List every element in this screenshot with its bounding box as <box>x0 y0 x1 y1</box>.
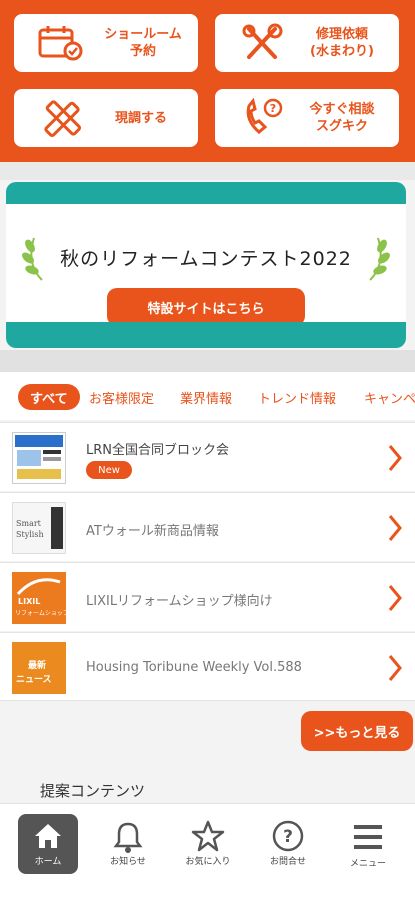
lixil-thumbnail: LIXIL リフォームショップ <box>12 572 69 624</box>
thumb-text: Smart <box>16 519 41 528</box>
chevron-right-icon <box>388 585 402 611</box>
top-action-panel: ショールーム 予約 修理依頼 (水まわり) 現調する ? 今すぐ相談スグキク <box>0 0 415 162</box>
news-title: LRN全国合同ブロック会 <box>86 443 230 458</box>
section-gap <box>0 162 415 180</box>
news-list-item[interactable]: LIXIL リフォームショップ LIXILリフォームショップ様向け <box>0 562 415 631</box>
button-label-line1: ショールーム <box>104 27 182 42</box>
button-label-line1: 今すぐ相談 <box>309 102 375 117</box>
news-thumbnail: 最新 ニュース <box>12 642 66 694</box>
tab-campaign[interactable]: キャンペ <box>364 384 415 410</box>
banner-top-stripe <box>6 182 406 204</box>
thumb-text: Stylish <box>16 530 44 539</box>
pencil-ruler-icon <box>44 100 82 138</box>
menu-icon <box>354 825 382 849</box>
nav-contact[interactable]: ? お問合せ <box>258 814 318 874</box>
tab-customer-only[interactable]: お客様限定 <box>89 384 154 410</box>
nav-home[interactable]: ホーム <box>18 814 78 874</box>
nav-label: お知らせ <box>110 857 146 867</box>
button-label-line1: 修理依頼 <box>315 27 368 42</box>
new-badge: New <box>86 461 132 479</box>
site-survey-button[interactable]: 現調する <box>14 89 198 147</box>
button-label-line1: 現調する <box>114 110 167 126</box>
consult-now-button[interactable]: ? 今すぐ相談スグキク <box>215 89 399 147</box>
news-title: LIXILリフォームショップ様向け <box>86 594 273 609</box>
nav-label: お問合せ <box>269 857 306 867</box>
chevron-right-icon <box>388 515 402 541</box>
divider-band <box>0 350 415 372</box>
svg-text:?: ? <box>283 827 293 847</box>
button-label-line2: スグキク <box>315 119 368 134</box>
news-list-item[interactable]: LRN全国合同ブロック会 New <box>0 422 415 491</box>
question-icon: ? <box>272 820 304 852</box>
thumb-text: リフォームショップ <box>15 610 69 617</box>
showroom-reservation-button[interactable]: ショールーム 予約 <box>14 14 198 72</box>
svg-text:?: ? <box>270 102 276 115</box>
banner-title: 秋のリフォームコンテスト2022 <box>60 248 352 270</box>
calendar-check-icon <box>38 26 83 61</box>
bottom-navigation: ホーム お知らせ お気に入り ? お問合せ メニュー <box>0 803 415 900</box>
phone-question-icon: ? <box>246 98 283 134</box>
button-label-line2: (水まわり) <box>310 44 374 59</box>
nav-favorites[interactable]: お気に入り <box>178 814 238 874</box>
tab-trend-info[interactable]: トレンド情報 <box>258 384 336 410</box>
tab-industry-info[interactable]: 業界情報 <box>180 384 232 410</box>
nav-label: ホーム <box>34 857 62 867</box>
contest-banner[interactable]: 秋のリフォームコンテスト2022 特設サイトはこちら <box>6 182 406 348</box>
thumb-text: LIXIL <box>18 597 41 606</box>
nav-label: メニュー <box>349 859 386 869</box>
banner-bottom-stripe <box>6 322 406 348</box>
tab-all[interactable]: すべて <box>18 384 80 410</box>
special-site-button[interactable]: 特設サイトはこちら <box>107 288 305 326</box>
chevron-right-icon <box>388 655 402 681</box>
bell-icon <box>113 822 143 853</box>
tools-icon <box>242 23 283 59</box>
nav-menu[interactable]: メニュー <box>338 814 398 874</box>
nav-label: お気に入り <box>185 857 231 867</box>
news-list-item[interactable]: 最新 ニュース Housing Toribune Weekly Vol.588 <box>0 632 415 701</box>
smart-stylish-thumbnail: Smart Stylish <box>12 502 66 554</box>
section-title: 提案コンテンツ <box>40 782 146 800</box>
button-label-line2: 予約 <box>129 44 156 59</box>
thumb-text: 最新 <box>28 661 47 671</box>
see-more-button[interactable]: >>もっと見る <box>301 711 413 751</box>
flyer-thumbnail <box>12 432 66 484</box>
star-icon <box>191 820 225 852</box>
repair-request-button[interactable]: 修理依頼 (水まわり) <box>215 14 399 72</box>
nav-notifications[interactable]: お知らせ <box>98 814 158 874</box>
news-title: ATウォール新商品情報 <box>86 524 219 539</box>
thumb-text: ニュース <box>16 675 52 685</box>
chevron-right-icon <box>388 445 402 471</box>
news-title: Housing Toribune Weekly Vol.588 <box>86 660 302 675</box>
news-list-item[interactable]: Smart Stylish ATウォール新商品情報 <box>0 492 415 561</box>
category-tabs: すべて お客様限定 業界情報 トレンド情報 キャンペ <box>0 372 415 420</box>
home-icon <box>35 824 61 848</box>
